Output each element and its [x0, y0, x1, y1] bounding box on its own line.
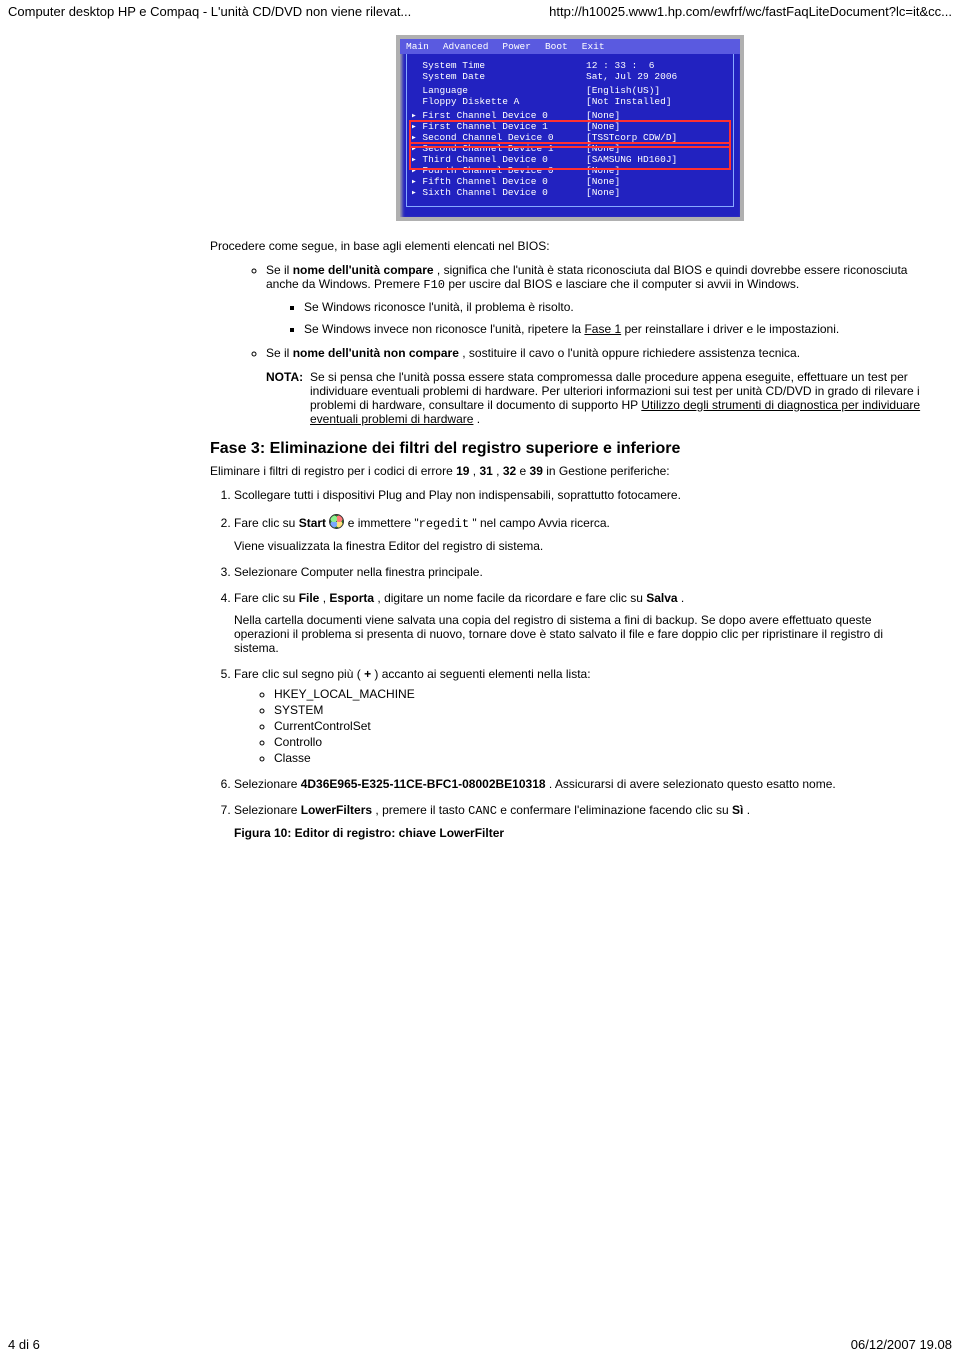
bios-screenshot: Main Advanced Power Boot Exit System Tim…	[396, 35, 744, 221]
bios-menu-boot: Boot	[545, 41, 568, 52]
fase3-sub: Eliminare i filtri di registro per i cod…	[210, 464, 930, 478]
code-f10: F10	[423, 278, 445, 292]
step-2-sub: Viene visualizzata la finestra Editor de…	[234, 539, 930, 553]
doc-url: http://h10025.www1.hp.com/ewfrf/wc/fastF…	[549, 4, 952, 19]
bios-menu-exit: Exit	[582, 41, 605, 52]
reg-classe: Classe	[274, 751, 930, 765]
step-3: Selezionare Computer nella finestra prin…	[234, 565, 930, 579]
sub-windows-ok: Se Windows riconosce l'unità, il problem…	[304, 300, 930, 314]
reg-controllo: Controllo	[274, 735, 930, 749]
nota-label: NOTA:	[266, 370, 310, 426]
bios-row: Sixth Channel Device 0[None]	[411, 187, 729, 198]
step-4: Fare clic su File , Esporta , digitare u…	[234, 591, 930, 655]
print-timestamp: 06/12/2007 19.08	[851, 1337, 952, 1352]
bios-row: Second Channel Device 0[TSSTcorp CDW/D]	[411, 132, 729, 143]
reg-hklm: HKEY_LOCAL_MACHINE	[274, 687, 930, 701]
main-content: Main Advanced Power Boot Exit System Tim…	[210, 35, 930, 840]
step-2: Fare clic su Start e immettere "regedit …	[234, 514, 930, 553]
bios-outcome-found: Se il nome dell'unità compare , signific…	[266, 263, 930, 336]
step-7: Selezionare LowerFilters , premere il ta…	[234, 803, 930, 840]
bios-row: Language[English(US)]	[411, 85, 729, 96]
bios-row: Floppy Diskette A[Not Installed]	[411, 96, 729, 107]
bold-unit-found: nome dell'unità compare	[293, 263, 434, 277]
code-regedit: regedit	[419, 517, 469, 531]
bios-row: Fifth Channel Device 0[None]	[411, 176, 729, 187]
intro-text: Procedere come segue, in base agli eleme…	[210, 239, 930, 253]
link-fase1[interactable]: Fase 1	[584, 322, 621, 336]
bios-menu-main: Main	[406, 41, 429, 52]
nota-block: NOTA: Se si pensa che l'unità possa esse…	[266, 370, 930, 426]
bios-outcome-notfound: Se il nome dell'unità non compare , sost…	[266, 346, 930, 360]
bold-unit-notfound: nome dell'unità non compare	[293, 346, 459, 360]
print-footer: 4 di 6 06/12/2007 19.08	[0, 1335, 960, 1354]
reg-system: SYSTEM	[274, 703, 930, 717]
bios-row: System Time12 : 33 : 6	[411, 60, 729, 71]
step-6: Selezionare 4D36E965-E325-11CE-BFC1-0800…	[234, 777, 930, 791]
step-1: Scollegare tutti i dispositivi Plug and …	[234, 488, 930, 502]
bios-row: First Channel Device 0[None]	[411, 110, 729, 121]
step-5: Fare clic sul segno più ( + ) accanto ai…	[234, 667, 930, 765]
bios-menu-advanced: Advanced	[443, 41, 489, 52]
doc-title: Computer desktop HP e Compaq - L'unità C…	[8, 4, 411, 19]
fase3-steps: Scollegare tutti i dispositivi Plug and …	[210, 488, 930, 840]
windows-sublist: Se Windows riconosce l'unità, il problem…	[266, 300, 930, 336]
bios-menu: Main Advanced Power Boot Exit	[400, 39, 740, 54]
reg-ccs: CurrentControlSet	[274, 719, 930, 733]
bios-row: First Channel Device 1[None]	[411, 121, 729, 132]
windows-start-icon	[329, 514, 344, 529]
nota-body: Se si pensa che l'unità possa essere sta…	[310, 370, 930, 426]
fase3-heading: Fase 3: Eliminazione dei filtri del regi…	[210, 440, 930, 458]
bios-menu-power: Power	[502, 41, 531, 52]
bios-row: Second Channel Device 1[None]	[411, 143, 729, 154]
registry-path-list: HKEY_LOCAL_MACHINE SYSTEM CurrentControl…	[234, 687, 930, 765]
bios-row: Fourth Channel Device 0[None]	[411, 165, 729, 176]
bios-row: Third Channel Device 0[SAMSUNG HD160J]	[411, 154, 729, 165]
figure-10-caption: Figura 10: Editor di registro: chiave Lo…	[234, 826, 930, 840]
bios-outcome-list: Se il nome dell'unità compare , signific…	[210, 263, 930, 360]
print-header: Computer desktop HP e Compaq - L'unità C…	[0, 0, 960, 25]
registry-guid: 4D36E965-E325-11CE-BFC1-08002BE10318	[301, 777, 546, 791]
page-indicator: 4 di 6	[8, 1337, 40, 1352]
bios-row: System DateSat, Jul 29 2006	[411, 71, 729, 82]
code-canc: CANC	[468, 804, 497, 818]
sub-windows-fail: Se Windows invece non riconosce l'unità,…	[304, 322, 930, 336]
step-4-sub: Nella cartella documenti viene salvata u…	[234, 613, 930, 655]
